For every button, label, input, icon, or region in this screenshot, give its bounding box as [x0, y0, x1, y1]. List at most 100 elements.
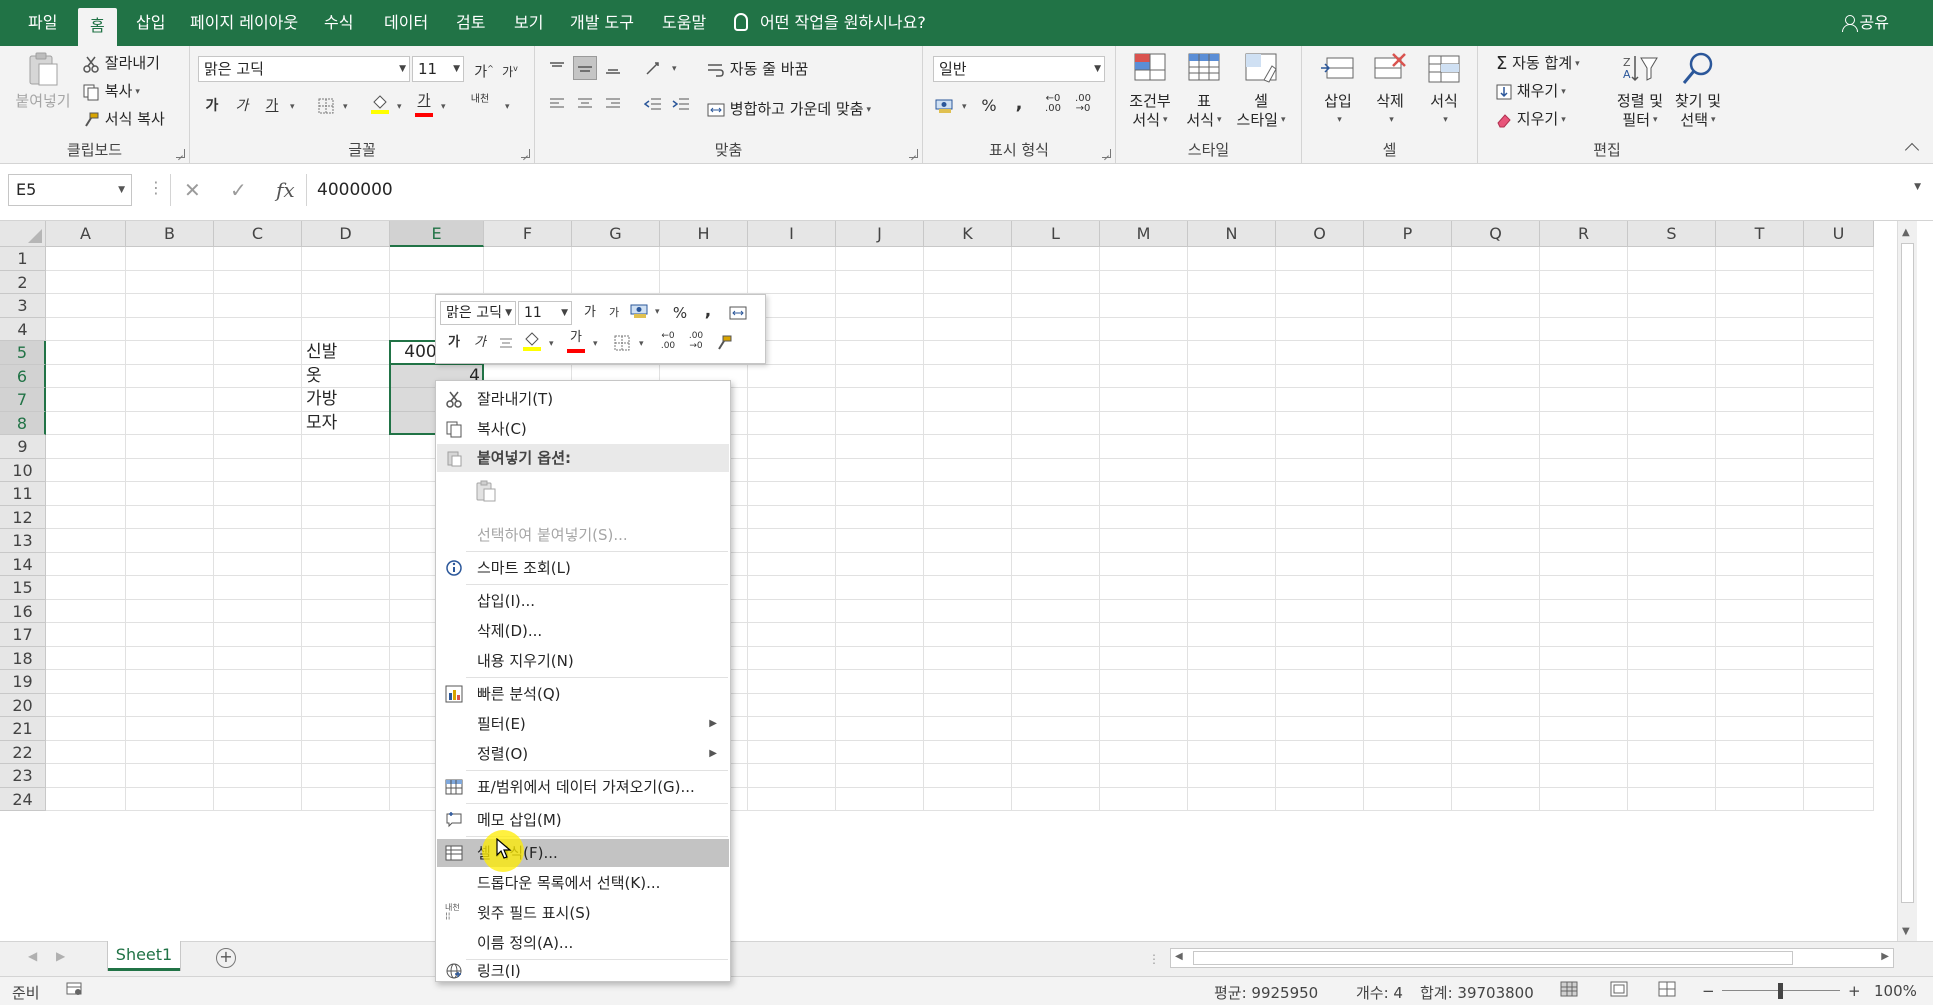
column-header-b[interactable]: B	[126, 221, 214, 247]
mini-align-center-button[interactable]	[494, 331, 518, 355]
chevron-down-icon[interactable]: ▾	[290, 102, 295, 112]
add-sheet-icon[interactable]: +	[216, 948, 236, 968]
column-header-k[interactable]: K	[924, 221, 1012, 247]
menu-link[interactable]: 링크(I)	[437, 957, 729, 985]
chevron-down-icon[interactable]: ▾	[343, 102, 348, 112]
page-break-view-icon[interactable]	[1658, 981, 1676, 1001]
tab-file[interactable]: 파일	[22, 0, 63, 46]
macro-record-icon[interactable]	[66, 981, 82, 1001]
row-header-8[interactable]: 8	[0, 411, 46, 435]
column-header-f[interactable]: F	[484, 221, 572, 247]
horizontal-scroll-thumb[interactable]	[1193, 951, 1793, 965]
alignment-launcher-icon[interactable]	[909, 149, 918, 158]
row-header-2[interactable]: 2	[0, 270, 46, 294]
align-bottom-button[interactable]	[601, 56, 625, 80]
insert-cells-button[interactable]: 삽입 ▾	[1316, 50, 1360, 130]
row-header-15[interactable]: 15	[0, 576, 46, 600]
mini-fill-color-button[interactable]	[520, 329, 544, 353]
menu-delete[interactable]: 삭제(D)...	[437, 617, 729, 645]
column-header-n[interactable]: N	[1188, 221, 1276, 247]
chevron-down-icon[interactable]: ▾	[549, 339, 554, 349]
format-as-table-button[interactable]: 표 서식 ▾	[1180, 50, 1228, 130]
decrease-decimal-button[interactable]: .00 →0	[1071, 94, 1095, 118]
format-cells-ribbon-button[interactable]: 서식 ▾	[1420, 50, 1468, 130]
chevron-down-icon[interactable]: ▾	[672, 64, 677, 74]
cell-d7[interactable]: 가방	[306, 388, 386, 412]
mini-increase-decimal-button[interactable]: ←0.00	[656, 331, 680, 355]
mini-percent-button[interactable]: %	[668, 301, 692, 325]
menu-copy[interactable]: 복사(C)	[437, 415, 729, 443]
row-header-10[interactable]: 10	[0, 458, 46, 482]
tab-help[interactable]: 도움말	[656, 0, 712, 46]
tab-home[interactable]: 홈	[78, 8, 117, 46]
row-header-13[interactable]: 13	[0, 529, 46, 553]
share-button[interactable]: 공유	[1841, 0, 1889, 46]
vertical-scrollbar[interactable]: ▲ ▼	[1897, 221, 1917, 941]
chevron-down-icon[interactable]: ▾	[505, 102, 510, 112]
row-header-12[interactable]: 12	[0, 505, 46, 529]
mini-merge-button[interactable]	[726, 301, 750, 325]
normal-view-icon[interactable]	[1560, 981, 1578, 1001]
column-header-u[interactable]: U	[1804, 221, 1874, 247]
menu-clear-contents[interactable]: 내용 지우기(N)	[437, 647, 729, 675]
increase-decimal-button[interactable]: ←0.00	[1041, 94, 1065, 118]
row-header-11[interactable]: 11	[0, 482, 46, 506]
scroll-up-icon[interactable]: ▲	[1902, 227, 1910, 238]
column-header-e[interactable]: E	[390, 221, 484, 247]
mini-format-painter-button[interactable]	[712, 331, 736, 355]
tab-split-handle-icon[interactable]: ⋮	[1148, 952, 1160, 966]
menu-define-name[interactable]: 이름 정의(A)...	[437, 929, 729, 957]
row-header-21[interactable]: 21	[0, 717, 46, 741]
column-header-g[interactable]: G	[572, 221, 660, 247]
row-header-24[interactable]: 24	[0, 787, 46, 811]
cancel-entry-icon[interactable]: ✕	[184, 174, 201, 206]
font-launcher-icon[interactable]	[521, 149, 530, 158]
zoom-in-icon[interactable]: +	[1848, 982, 1861, 1000]
row-header-16[interactable]: 16	[0, 599, 46, 623]
menu-show-phonetic[interactable]: 내천 ¦¦ 윗주 필드 표시(S)	[437, 899, 729, 927]
mini-comma-button[interactable]: ,	[696, 299, 720, 323]
shrink-font-button[interactable]: 가v	[498, 57, 522, 81]
row-header-20[interactable]: 20	[0, 693, 46, 717]
row-header-23[interactable]: 23	[0, 764, 46, 788]
delete-cells-button[interactable]: 삭제 ▾	[1368, 50, 1412, 130]
sort-filter-button[interactable]: ZA 정렬 및 필터 ▾	[1612, 50, 1668, 130]
menu-smart-lookup[interactable]: 스마트 조회(L)	[437, 554, 729, 582]
next-sheet-icon[interactable]: ▶	[56, 949, 65, 963]
chevron-down-icon[interactable]: ▾	[397, 102, 402, 112]
tab-page-layout[interactable]: 페이지 레이아웃	[184, 0, 304, 46]
confirm-entry-icon[interactable]: ✓	[230, 174, 247, 206]
find-select-button[interactable]: 찾기 및 선택 ▾	[1668, 50, 1728, 130]
wrap-text-button[interactable]: 자동 줄 바꿈	[707, 58, 808, 79]
menu-sort[interactable]: 정렬(O) ▶	[437, 740, 729, 768]
font-name-combo[interactable]: 맑은 고딕 ▼	[198, 56, 410, 82]
chevron-down-icon[interactable]: ▾	[593, 339, 598, 349]
page-layout-view-icon[interactable]	[1610, 981, 1628, 1001]
mini-accounting-format-button[interactable]	[628, 299, 652, 323]
grow-font-button[interactable]: 가^	[472, 57, 496, 81]
align-center-button[interactable]	[573, 92, 597, 116]
scroll-down-icon[interactable]: ▼	[1902, 926, 1910, 937]
mini-font-name-combo[interactable]: 맑은 고딕 ▼	[440, 301, 516, 325]
paste-option-paste-icon[interactable]	[474, 479, 500, 505]
column-header-c[interactable]: C	[214, 221, 302, 247]
paste-button[interactable]: 붙여넣기	[10, 50, 76, 111]
decrease-indent-button[interactable]	[641, 92, 665, 116]
align-right-button[interactable]	[601, 92, 625, 116]
row-header-17[interactable]: 17	[0, 623, 46, 647]
align-top-button[interactable]	[545, 56, 569, 80]
conditional-formatting-button[interactable]: 조건부 서식 ▾	[1124, 50, 1176, 130]
cell-styles-button[interactable]: 셀 스타일 ▾	[1228, 50, 1294, 130]
row-header-3[interactable]: 3	[0, 294, 46, 318]
formula-bar-grip-icon[interactable]: ⋮	[148, 178, 164, 197]
mini-font-color-button[interactable]: 가	[564, 329, 588, 353]
chevron-down-icon[interactable]: ▾	[639, 339, 644, 349]
chevron-down-icon[interactable]: ▾	[441, 102, 446, 112]
row-header-7[interactable]: 7	[0, 388, 46, 412]
mini-font-size-combo[interactable]: 11 ▼	[518, 301, 572, 325]
chevron-down-icon[interactable]: ▾	[655, 307, 660, 317]
font-color-button[interactable]: 가	[412, 92, 436, 117]
tell-me-search[interactable]: 어떤 작업을 원하시나요?	[734, 0, 926, 46]
tab-formulas[interactable]: 수식	[318, 0, 359, 46]
tab-data[interactable]: 데이터	[378, 0, 434, 46]
